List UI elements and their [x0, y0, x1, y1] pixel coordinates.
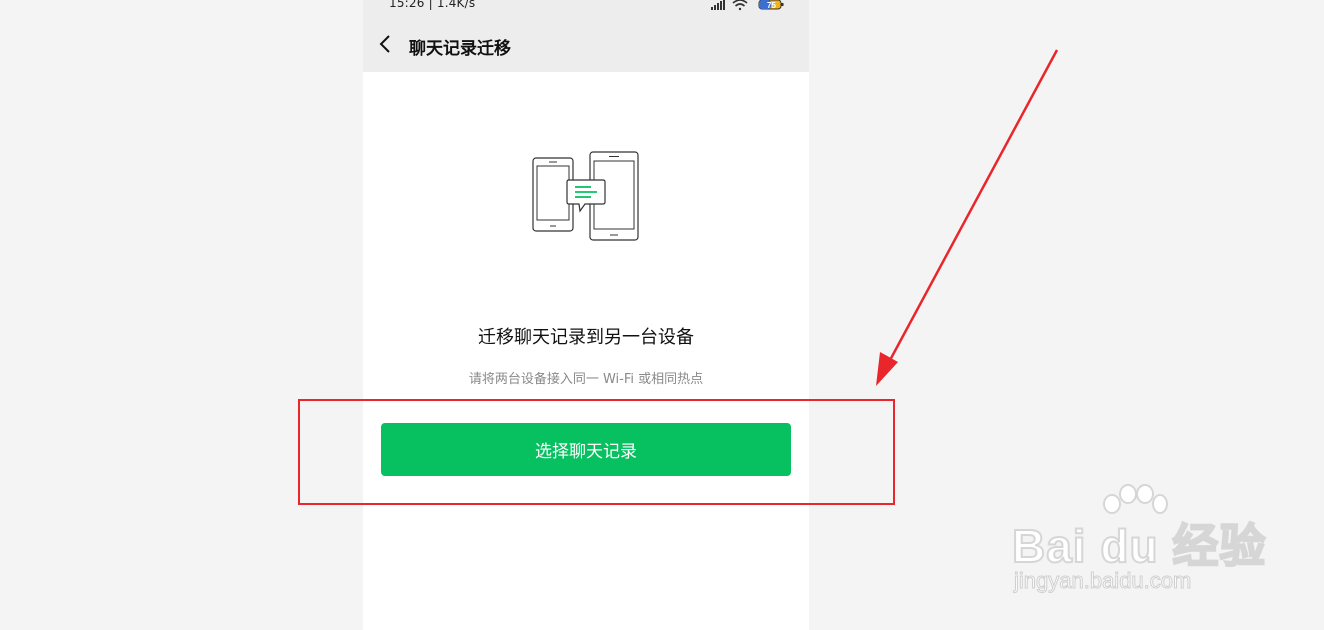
baidu-watermark: Bai du 经验 jingyan.baidu.com — [1011, 484, 1312, 614]
watermark-logo: Bai du 经验 — [1011, 519, 1267, 573]
screenshot-stage: 15:26 | 1.4K/s 75 聊天记录迁移 迁移聊天记录到另一台设备 请将… — [0, 0, 1324, 630]
watermark-url: jingyan.baidu.com — [1013, 568, 1192, 594]
